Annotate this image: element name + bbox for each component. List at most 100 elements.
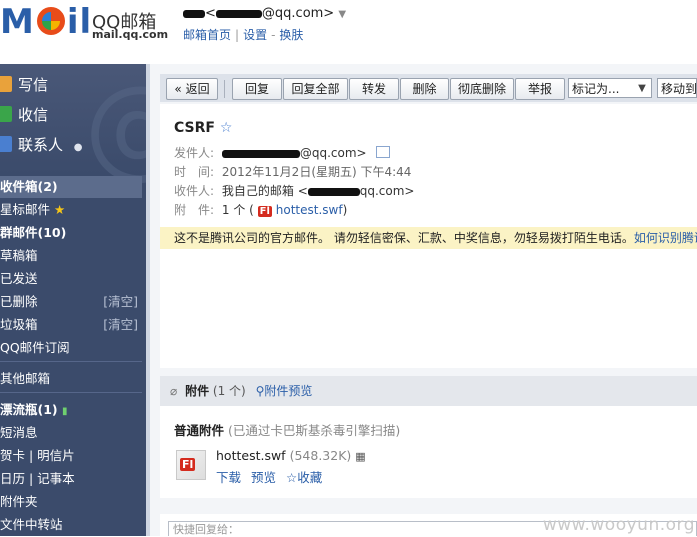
chevron-down-icon: ▼ [638,83,646,94]
attachment-file-row: hottest.swf (548.32K) ▦ [216,448,366,463]
attachments-preview-link[interactable]: 附件预览 [264,384,312,398]
brand-url: mail.qq.com [92,28,169,41]
bottle-icon: ▮ [61,406,68,417]
qqmail-logo[interactable]: Mil [0,2,92,42]
reply-button[interactable]: 回复 [232,78,282,100]
folder-label: 群邮件(10) [0,225,67,240]
to-row: 收件人: 我自己的邮箱 < qq.com> [174,182,414,199]
favorite-link[interactable]: ☆收藏 [286,470,322,485]
attachments-title: 附件 [185,384,210,398]
folder-label: 星标邮件 [0,202,51,217]
folder-short-messages[interactable]: 短消息 [0,422,142,444]
warning-text: 这不是腾讯公司的官方邮件。 请勿轻信密保、汇款、中奖信息，勿轻易拨打陌生电话。 [174,231,634,245]
sidebar-divider [0,361,142,362]
user-account[interactable]: < @qq.com> ▼ [183,6,346,21]
delete-permanent-button[interactable]: 彻底删除 [450,78,514,100]
from-value[interactable]: @qq.com> [300,146,367,160]
folder-label: 收件箱(2) [0,179,58,194]
swf-file-icon[interactable]: Fl [176,450,206,480]
to-value-suffix[interactable]: qq.com> [360,184,415,198]
watermark: www.wooyun.org [542,515,695,535]
subject-text: CSRF [174,120,215,136]
qrcode-icon[interactable]: ▦ [355,450,365,463]
sidebar-divider [0,392,142,393]
mail-subject: CSRF ☆ [174,120,232,136]
toolbar-divider [224,80,225,98]
folder-label: 附件夹 [0,494,38,509]
folder-sent[interactable]: 已发送 [0,268,142,290]
attachment-actions: 下载 预览 ☆收藏 [216,467,322,486]
security-warning-bar: 这不是腾讯公司的官方邮件。 请勿轻信密保、汇款、中奖信息，勿轻易拨打陌生电话。如… [160,227,697,249]
link-mailbox-home[interactable]: 邮箱首页 [183,28,231,42]
contacts-icon [0,136,12,152]
folder-label: 贺卡 | 明信片 [0,448,75,463]
folder-group-mail[interactable]: 群邮件(10) [0,222,142,244]
star-icon: ★ [54,202,66,217]
folder-other-mailboxes[interactable]: 其他邮箱 [0,368,142,390]
back-button[interactable]: « 返回 [166,78,218,100]
time-value: 2012年11月2日(星期五) 下午4:44 [221,165,412,179]
nav-contacts[interactable]: 联系人 ● [0,134,83,155]
section-label: 普通附件 [174,423,225,438]
star-outline-icon[interactable]: ☆ [220,120,233,136]
folder-label: 草稿箱 [0,248,38,263]
compose-icon [0,76,12,92]
reply-all-button[interactable]: 回复全部 [283,78,348,100]
user-email-suffix: @qq.com> [261,6,335,21]
attachment-close-paren: ) [342,203,348,217]
contact-card-icon[interactable] [376,146,391,158]
to-value-prefix[interactable]: 我自己的邮箱 < [222,184,308,198]
attachment-section: 普通附件 (已通过卡巴斯基杀毒引擎扫描) [174,420,400,439]
move-to-select[interactable]: 移动到 [657,78,697,98]
chat-bubble-icon: ● [73,142,83,153]
delete-button[interactable]: 删除 [400,78,449,100]
download-link[interactable]: 下载 [216,470,241,485]
attachment-link[interactable]: hottest.swf [276,203,343,217]
folder-label: QQ邮件订阅 [0,340,70,355]
attachments-count: (1 个) [212,384,246,398]
link-settings[interactable]: 设置 [243,28,267,42]
attachment-row: 附 件: 1 个 ( Fl hottest.swf) [174,201,347,218]
folder-label: 文件中转站 [0,517,63,532]
preview-link[interactable]: 预览 [251,470,276,485]
folder-calendar[interactable]: 日历 | 记事本 [0,468,142,490]
paperclip-icon: ⌀ [170,384,178,398]
folder-deleted[interactable]: 已删除 [清空] [0,291,142,313]
warning-help-link[interactable]: 如何识别腾讯 [634,231,697,245]
link-skin[interactable]: 换肤 [279,28,303,42]
user-email-prefix: < [205,6,216,21]
nav-compose[interactable]: 写信 [0,74,48,95]
forward-button[interactable]: 转发 [349,78,399,100]
nav-inbox[interactable]: 收信 [0,104,48,125]
folder-label: 漂流瓶(1) [0,402,58,417]
folder-spam[interactable]: 垃圾箱 [清空] [0,314,142,336]
redacted-name [183,9,205,18]
folder-file-transfer[interactable]: 文件中转站 [0,514,142,536]
redacted-recipient [307,187,360,196]
folder-cards[interactable]: 贺卡 | 明信片 [0,445,142,467]
redacted-sender [221,149,300,158]
folder-subscriptions[interactable]: QQ邮件订阅 [0,337,142,359]
folder-inbox[interactable]: 收件箱(2) [0,176,142,198]
report-button[interactable]: 举报 [515,78,565,100]
scan-note: (已通过卡巴斯基杀毒引擎扫描) [228,423,401,438]
mark-as-select[interactable]: 标记为... ▼ [568,78,652,98]
attachment-file-size: (548.32K) [289,448,352,463]
folder-starred[interactable]: 星标邮件 ★ [0,199,142,221]
account-dropdown-icon[interactable]: ▼ [338,9,346,20]
empty-deleted-link[interactable]: [清空] [103,291,138,313]
attachment-file-name[interactable]: hottest.swf [216,448,286,463]
empty-spam-link[interactable]: [清空] [103,314,138,336]
folder-drift-bottle[interactable]: 漂流瓶(1) ▮ [0,399,142,421]
attachment-count: 1 个 ( [221,203,254,217]
nav-compose-label: 写信 [18,76,49,94]
attachments-header: ⌀ 附件 (1 个) ⚲附件预览 [160,376,697,406]
time-label: 时 间: [174,165,215,179]
folder-drafts[interactable]: 草稿箱 [0,245,142,267]
from-row: 发件人: @qq.com> [174,144,391,161]
inbox-download-icon [0,106,12,122]
folder-label: 垃圾箱 [0,317,38,332]
top-links: 邮箱首页 | 设置 - 换肤 [183,28,304,42]
redacted-qq-number [215,9,262,18]
folder-attachments[interactable]: 附件夹 [0,491,142,513]
